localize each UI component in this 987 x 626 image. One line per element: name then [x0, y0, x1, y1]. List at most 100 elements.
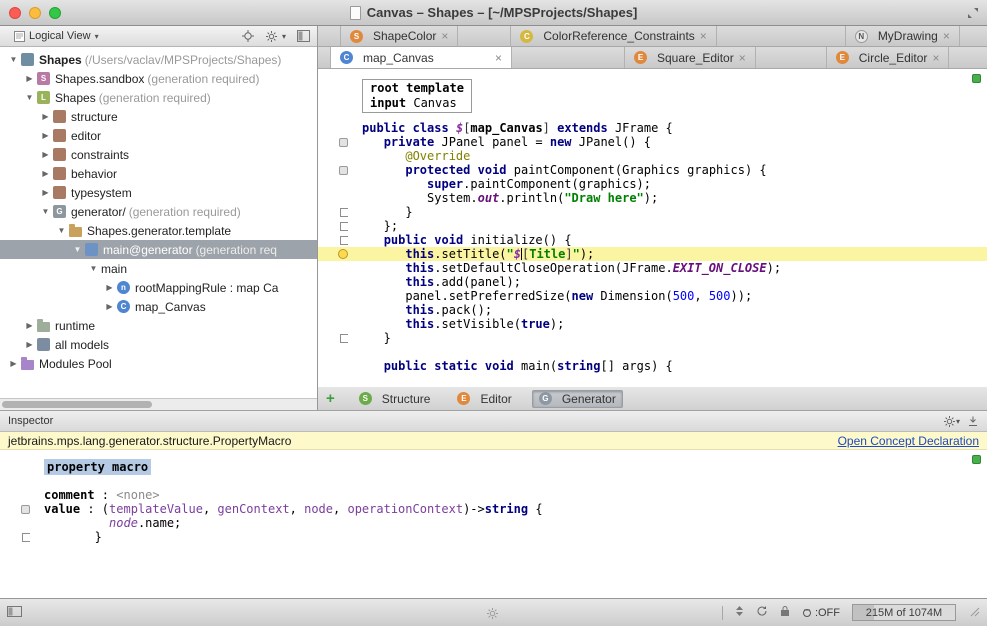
tab-map-canvas[interactable]: Cmap_Canvas× — [330, 47, 512, 68]
code-editor[interactable]: root template input Canvas public class … — [318, 69, 987, 387]
tree-item-generator[interactable]: ▼Ggenerator/ (generation required) — [0, 202, 317, 221]
close-tab-icon[interactable]: × — [441, 30, 448, 42]
sync-icon[interactable] — [756, 605, 768, 620]
close-tab-icon[interactable]: × — [739, 52, 746, 64]
constraints-node-icon: C — [520, 30, 533, 43]
gutter — [0, 488, 44, 502]
fold-handle-icon[interactable] — [340, 222, 348, 231]
expand-arrow-icon[interactable]: ▶ — [22, 321, 37, 330]
gutter-mark-icon[interactable] — [21, 505, 30, 514]
collapse-arrow-icon[interactable]: ▼ — [86, 264, 101, 273]
close-tab-icon[interactable]: × — [700, 30, 707, 42]
lock-icon[interactable] — [780, 605, 790, 620]
chevron-down-icon[interactable]: ▾ — [956, 417, 960, 426]
code-token: templateValue — [109, 502, 203, 516]
code-token: comment — [44, 488, 95, 502]
close-tab-icon[interactable]: × — [932, 52, 939, 64]
collapse-arrow-icon[interactable]: ▼ — [38, 207, 53, 216]
mps-window: Canvas – Shapes – [~/MPSProjects/Shapes]… — [0, 0, 987, 626]
tab-shapecolor[interactable]: SShapeColor× — [340, 26, 458, 46]
expand-arrow-icon[interactable]: ▶ — [22, 74, 37, 83]
tree-item-main[interactable]: ▼main — [0, 259, 317, 278]
close-window-button[interactable] — [9, 7, 21, 19]
scroll-to-node-icon[interactable] — [242, 30, 254, 42]
tree-item-label: Modules Pool — [39, 357, 112, 371]
tab-colorreference-constraints[interactable]: CColorReference_Constraints× — [510, 26, 716, 46]
tree-item-main-generator[interactable]: ▼main@generator (generation req — [0, 240, 317, 259]
code-text: private JPanel panel = new JPanel() { — [362, 135, 651, 149]
tree-item-map-canvas[interactable]: ▶Cmap_Canvas — [0, 297, 317, 316]
expand-arrow-icon[interactable]: ▶ — [102, 302, 117, 311]
chevron-down-icon[interactable]: ▾ — [95, 32, 99, 41]
close-tab-icon[interactable]: × — [495, 52, 502, 64]
fold-handle-icon[interactable] — [340, 208, 348, 217]
expand-arrow-icon[interactable]: ▶ — [38, 169, 53, 178]
expand-arrow-icon[interactable]: ▶ — [22, 340, 37, 349]
expand-arrow-icon[interactable]: ▶ — [102, 283, 117, 292]
gutter-mark-icon[interactable] — [339, 138, 348, 147]
tab-mydrawing[interactable]: NMyDrawing× — [845, 26, 960, 46]
fold-handle-icon[interactable] — [22, 533, 30, 542]
expand-arrow-icon[interactable]: ▶ — [38, 150, 53, 159]
expand-arrow-icon[interactable]: ▶ — [6, 359, 21, 368]
scrollbar-thumb[interactable] — [2, 401, 152, 408]
tab-circle-editor[interactable]: ECircle_Editor× — [826, 47, 950, 68]
tree-item-rootmappingrule-map-ca[interactable]: ▶nrootMappingRule : map Ca — [0, 278, 317, 297]
tree-item-shapes[interactable]: ▼LShapes (generation required) — [0, 88, 317, 107]
gutter-mark-icon[interactable] — [339, 166, 348, 175]
tree-item-shapes-generator-template[interactable]: ▼Shapes.generator.template — [0, 221, 317, 240]
aspect-tab-generator[interactable]: GGenerator — [532, 390, 623, 408]
expand-arrow-icon[interactable]: ▶ — [38, 188, 53, 197]
structure-tab-icon: S — [359, 392, 372, 405]
input-label: input — [370, 96, 406, 110]
tree-item-shapes[interactable]: ▼Shapes (/Users/vaclav/MPSProjects/Shape… — [0, 50, 317, 69]
inspector-editor[interactable]: property macrocomment : <none>value : (t… — [0, 450, 987, 598]
inspections-toggle[interactable]: :OFF — [802, 607, 840, 619]
view-selector[interactable]: Logical View — [29, 30, 91, 42]
collapse-arrow-icon[interactable]: ▼ — [22, 93, 37, 102]
settings-gear-icon[interactable] — [943, 415, 956, 428]
tree-item-behavior[interactable]: ▶behavior — [0, 164, 317, 183]
tab-square-editor[interactable]: ESquare_Editor× — [624, 47, 756, 68]
code-token: void — [478, 163, 507, 177]
tree-item-typesystem[interactable]: ▶typesystem — [0, 183, 317, 202]
line-separator-icon[interactable] — [735, 605, 744, 620]
collapse-arrow-icon[interactable]: ▼ — [70, 245, 85, 254]
fold-handle-icon[interactable] — [340, 334, 348, 343]
fold-handle-icon[interactable] — [340, 236, 348, 245]
aspect-tab-editor[interactable]: EEditor — [450, 390, 518, 408]
expand-arrow-icon[interactable]: ▶ — [38, 131, 53, 140]
gutter — [318, 303, 362, 317]
expand-arrow-icon[interactable]: ▶ — [38, 112, 53, 121]
memory-indicator[interactable]: 215M of 1074M — [852, 604, 956, 621]
tree-item-all-models[interactable]: ▶all models — [0, 335, 317, 354]
tree-item-constraints[interactable]: ▶constraints — [0, 145, 317, 164]
editor-node-icon: E — [836, 51, 849, 64]
dock-panel-icon[interactable] — [967, 415, 979, 427]
fullscreen-icon[interactable] — [966, 6, 980, 25]
chevron-down-icon[interactable]: ▾ — [282, 32, 286, 41]
toggle-toolwindows-icon[interactable] — [7, 606, 22, 620]
settings-gear-icon[interactable] — [265, 30, 278, 43]
intention-bulb-icon[interactable] — [338, 249, 348, 259]
tree-item-runtime[interactable]: ▶ runtime — [0, 316, 317, 335]
add-aspect-button[interactable]: + — [326, 390, 335, 407]
gutter — [0, 516, 44, 530]
tree-item-structure[interactable]: ▶structure — [0, 107, 317, 126]
collapse-arrow-icon[interactable]: ▼ — [54, 226, 69, 235]
tree-horizontal-scrollbar[interactable] — [0, 398, 317, 410]
close-tab-icon[interactable]: × — [943, 30, 950, 42]
tree-item-editor[interactable]: ▶editor — [0, 126, 317, 145]
collapse-arrow-icon[interactable]: ▼ — [6, 55, 21, 64]
hide-panel-icon[interactable] — [297, 30, 310, 42]
tree-item-label: runtime — [55, 319, 95, 333]
open-concept-declaration-link[interactable]: Open Concept Declaration — [838, 434, 979, 448]
minimize-window-button[interactable] — [29, 7, 41, 19]
titlebar[interactable]: Canvas – Shapes – [~/MPSProjects/Shapes] — [0, 0, 987, 26]
tree-item-shapes-sandbox[interactable]: ▶SShapes.sandbox (generation required) — [0, 69, 317, 88]
zoom-window-button[interactable] — [49, 7, 61, 19]
code-line — [0, 474, 987, 488]
aspect-tab-structure[interactable]: SStructure — [352, 390, 438, 408]
tree-item-modules-pool[interactable]: ▶ Modules Pool — [0, 354, 317, 373]
resize-grip-icon[interactable] — [968, 605, 980, 620]
